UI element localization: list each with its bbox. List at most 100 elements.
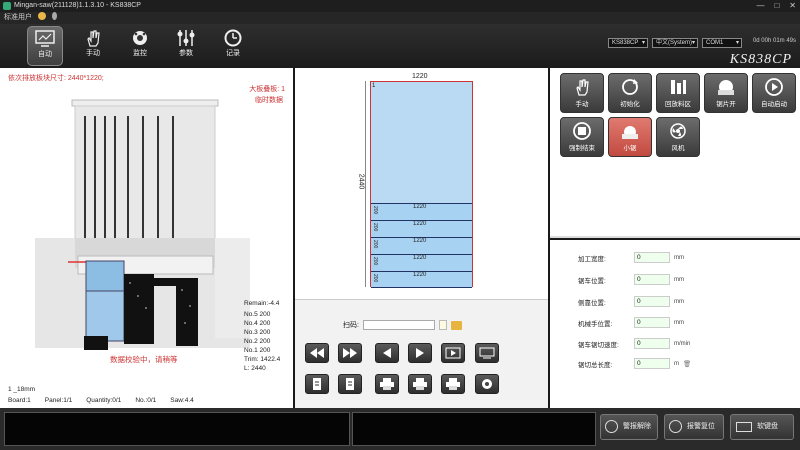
force-stop-button[interactable]: 强制结束	[560, 117, 604, 157]
board-layout-area: 1220 2440 1 200 1220 200 1220 200 1220 200 1…	[295, 68, 548, 300]
cut-list: No.5 200 No.4 200 No.3 200 No.2 200 No.1…	[244, 310, 280, 373]
close-button[interactable]: ✕	[789, 0, 796, 12]
document-icon	[313, 378, 321, 390]
cut-row: No.1 200	[244, 347, 271, 354]
reset-icon	[669, 420, 682, 433]
param-row: 锯车位置: 0 mm	[578, 274, 684, 285]
monitor-icon	[35, 30, 55, 47]
manual-action-button[interactable]: 手动	[560, 73, 604, 113]
gear-icon	[133, 31, 147, 45]
cut-row: No.4 200	[244, 320, 271, 327]
board-text: Board:1	[8, 397, 31, 404]
init-button[interactable]: 初始化	[608, 73, 652, 113]
param-row: 机械手位置: 0 mm	[578, 317, 684, 328]
fan-button[interactable]: 风机	[656, 117, 700, 157]
printer-icon	[380, 378, 394, 390]
sliders-icon	[177, 30, 195, 46]
strip-stack: 200 1220 200 1220 200 1220 200 1220 200 1220	[371, 203, 472, 288]
message-box-left	[4, 412, 350, 446]
cut-row: No.5 200	[244, 311, 271, 318]
saw-icon	[718, 80, 734, 95]
board-info: Board:1 Panel:1/1 Quantity:0/1 No.:0/1 S…	[8, 397, 194, 404]
board-rect: 1 200 1220 200 1220 200 1220 200 1220 200 122…	[370, 81, 473, 288]
message-box-right	[352, 412, 596, 446]
cut-row: No.3 200	[244, 329, 271, 336]
clock-icon	[224, 29, 242, 47]
param-value[interactable]: 0	[634, 317, 670, 328]
refresh-icon	[622, 79, 638, 95]
param-value[interactable]: 0	[634, 252, 670, 263]
soft-keyboard-button[interactable]: 软键盘	[730, 414, 794, 440]
board-length-label: 2440	[357, 173, 365, 190]
screen-play-icon	[445, 347, 461, 359]
preview-button[interactable]	[441, 343, 465, 363]
small-saw-button[interactable]: 小锯	[608, 117, 652, 157]
document-icon	[346, 378, 354, 390]
nav-monitor[interactable]: 监控	[122, 26, 158, 66]
settings-button[interactable]	[475, 374, 499, 394]
stop-icon	[573, 122, 591, 140]
layout-panel: 1220 2440 1 200 1220 200 1220 200 1220 200 1…	[295, 68, 548, 408]
scan-row: 扫码:	[343, 320, 462, 330]
nav-manual[interactable]: 手动	[75, 26, 111, 66]
alarm-clear-icon	[605, 420, 618, 433]
hand-icon	[576, 79, 589, 96]
trash-icon[interactable]: 🗑	[683, 360, 691, 368]
folder-icon[interactable]	[450, 320, 462, 330]
trim-text: Trim: 1422.4	[244, 356, 281, 363]
param-value[interactable]: 0	[634, 358, 670, 369]
previous-button[interactable]	[375, 343, 399, 363]
print-button-1[interactable]	[375, 374, 399, 394]
nav-auto-label: 自动	[38, 51, 52, 58]
rewind-button[interactable]	[305, 343, 329, 363]
scan-label: 扫码:	[343, 322, 359, 329]
action-panel: 手动 初始化 回放料区 锯片开 自动启动 强制结束 小锯 风机	[550, 68, 800, 238]
play-icon	[765, 78, 783, 96]
action-buttons: 手动 初始化 回放料区 锯片开 自动启动 强制结束 小锯 风机	[560, 73, 800, 157]
hand-icon	[87, 30, 100, 47]
document-icon[interactable]	[438, 320, 447, 330]
user-bar: 标准用户	[0, 12, 800, 24]
gear-icon	[482, 379, 492, 389]
label-button-2[interactable]	[338, 374, 362, 394]
auto-start-button[interactable]: 自动启动	[752, 73, 796, 113]
board-marker: 1	[372, 83, 376, 89]
main-toolbar: 自动 手动 监控 参数 记录 KS838CP 中文(System) COM1 0…	[0, 24, 800, 68]
next-button[interactable]	[408, 343, 432, 363]
length-dimension-line	[365, 81, 366, 287]
print-next-button[interactable]	[441, 374, 465, 394]
nav-auto[interactable]: 自动	[27, 26, 63, 66]
param-row: 锯车锯切速度: 0 m/min	[578, 338, 691, 349]
fast-forward-button[interactable]	[338, 343, 362, 363]
param-value[interactable]: 0	[634, 296, 670, 307]
minimize-button[interactable]: —	[756, 0, 764, 12]
alarm-clear-button[interactable]: 警报解除	[600, 414, 658, 440]
monitor-button[interactable]	[475, 343, 499, 363]
print-button-2[interactable]	[408, 374, 432, 394]
alarm-reset-button[interactable]: 报警复位	[664, 414, 724, 440]
runtime-timer: 0d 00h 01m 49s	[752, 38, 796, 44]
maximize-button[interactable]: □	[774, 0, 779, 12]
nav-manual-label: 手动	[86, 50, 100, 57]
nav-params[interactable]: 参数	[168, 26, 204, 66]
param-value[interactable]: 0	[634, 338, 670, 349]
nav-records[interactable]: 记录	[215, 26, 251, 66]
model-select[interactable]: KS838CP	[608, 38, 648, 48]
bars-icon	[671, 80, 686, 94]
language-select[interactable]: 中文(System)	[652, 38, 698, 48]
rewind-icon	[310, 348, 324, 358]
user-icon[interactable]	[37, 12, 46, 20]
return-area-button[interactable]: 回放料区	[656, 73, 700, 113]
label-button-1[interactable]	[305, 374, 329, 394]
saw-on-button[interactable]: 锯片开	[704, 73, 748, 113]
scan-input[interactable]	[362, 320, 435, 330]
window-title: Mingan-saw(211128)1.1.3.10 - KS838CP	[14, 2, 141, 9]
param-value[interactable]: 0	[634, 274, 670, 285]
strip: 200 1220	[371, 220, 472, 237]
thickness-text: 1 _18mm	[8, 386, 36, 393]
next-icon	[416, 348, 424, 358]
port-select[interactable]: COM1	[702, 38, 742, 48]
fan-icon	[670, 123, 686, 139]
nav-records-label: 记录	[226, 50, 240, 57]
cut-row: No.2 200	[244, 338, 271, 345]
